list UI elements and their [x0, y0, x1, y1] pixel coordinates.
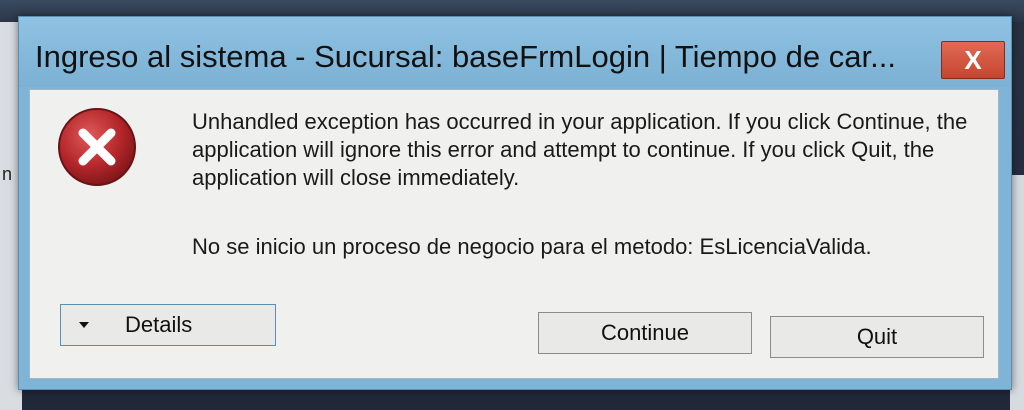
details-label: Details: [125, 312, 193, 337]
error-detail: No se inicio un proceso de negocio para …: [192, 234, 872, 259]
screen: n Ingreso al sistema - Sucursal: baseFrm…: [0, 0, 1024, 410]
error-x-icon: [58, 108, 136, 186]
dialog-titlebar[interactable]: Ingreso al sistema - Sucursal: baseFrmLo…: [19, 17, 1011, 87]
close-button[interactable]: X: [941, 41, 1005, 79]
dialog-title: Ingreso al sistema - Sucursal: baseFrmLo…: [35, 39, 896, 74]
background-window-right: [1010, 175, 1024, 410]
chevron-down-icon: [79, 322, 89, 328]
details-button[interactable]: Details: [60, 304, 276, 346]
background-text: n: [2, 164, 13, 184]
dialog-body: Unhandled exception has occurred in your…: [29, 89, 999, 379]
error-message: Unhandled exception has occurred in your…: [192, 109, 968, 190]
continue-button[interactable]: Continue: [538, 312, 752, 354]
close-icon: X: [964, 45, 982, 75]
error-dialog: Ingreso al sistema - Sucursal: baseFrmLo…: [18, 16, 1012, 390]
quit-button[interactable]: Quit: [770, 316, 984, 358]
